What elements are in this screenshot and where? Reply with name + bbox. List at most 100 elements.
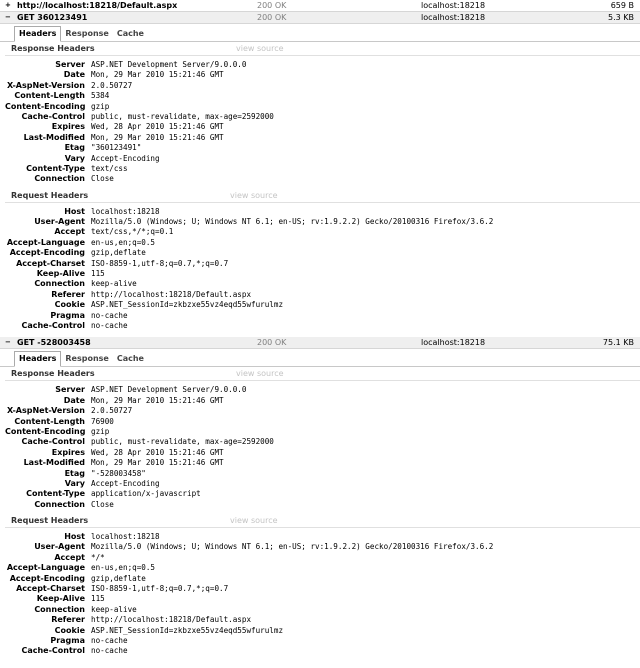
header-value: http://localhost:18218/Default.aspx [91, 615, 252, 625]
request-row[interactable]: − GET 360123491 200 OK localhost:18218 5… [0, 12, 640, 24]
header-name: Vary [64, 153, 85, 163]
header-row: Pragma no-cache [5, 311, 640, 321]
section-title-text: Request Headers [11, 190, 89, 200]
header-value: no-cache [91, 635, 128, 645]
header-value: 2.0.50727 [91, 406, 133, 416]
request-block-1: − GET 360123491 200 OK localhost:18218 5… [0, 12, 640, 338]
header-row: Content-Type text/css [5, 164, 640, 174]
header-value: 76900 [91, 416, 114, 426]
header-name: Accept-Charset [16, 258, 85, 268]
header-row: Referer http://localhost:18218/Default.as… [5, 615, 640, 625]
header-row: Cache-Control no-cache [5, 646, 640, 656]
header-value: application/x-javascript [91, 489, 201, 499]
header-name: Content-Type [26, 163, 85, 173]
header-value: 115 [91, 269, 105, 279]
tab-response[interactable]: Response [61, 352, 112, 366]
view-source-link[interactable]: view source [230, 189, 278, 202]
header-value: localhost:18218 [91, 206, 160, 216]
tab-headers[interactable]: Headers [14, 351, 62, 368]
tab-response[interactable]: Response [61, 27, 112, 41]
header-value: Close [91, 499, 114, 509]
header-row: Accept text/css,*/*;q=0.1 [5, 227, 640, 237]
tab-headers[interactable]: Headers [14, 26, 62, 42]
header-row: Last-Modified Mon, 29 Mar 2010 15:21:46 G… [5, 133, 640, 143]
header-name: Vary [64, 478, 85, 488]
header-row: Cookie ASP.NET_SessionId=zkbzxe55vz4eqd55… [5, 300, 640, 310]
request-row[interactable]: − GET -528003458 200 OK localhost:18218 … [0, 337, 640, 350]
view-source-link[interactable]: view source [236, 42, 284, 55]
response-headers-title: Response Headers view source [5, 42, 640, 56]
request-row-default[interactable]: + http://localhost:18218/Default.aspx 20… [0, 0, 640, 12]
header-name: Cookie [54, 625, 85, 635]
header-name: Etag [64, 468, 85, 478]
header-value: gzip [91, 426, 110, 436]
header-row: Content-Encoding gzip [5, 102, 640, 112]
request-url: http://localhost:18218/Default.aspx [17, 1, 178, 10]
header-name: Content-Encoding [5, 426, 86, 436]
tab-cache[interactable]: Cache [113, 352, 148, 366]
header-row: Cache-Control no-cache [5, 321, 640, 331]
header-name: Last-Modified [23, 132, 85, 142]
header-name: User-Agent [34, 217, 85, 227]
view-source-link[interactable]: view source [236, 367, 284, 380]
header-value: localhost:18218 [91, 532, 160, 542]
view-source-link[interactable]: view source [230, 514, 278, 527]
header-value: http://localhost:18218/Default.aspx [91, 289, 252, 299]
header-name: Accept [54, 552, 85, 562]
header-row: Etag "-528003458" [5, 469, 640, 479]
request-status: 200 OK [257, 1, 287, 10]
header-row: Accept-Language en-us,en;q=0.5 [5, 563, 640, 573]
header-row: Connection Close [5, 174, 640, 184]
header-value: Wed, 28 Apr 2010 15:21:46 GMT [91, 447, 224, 457]
request-status: 200 OK [257, 13, 287, 22]
header-row: Content-Type application/x-javascript [5, 489, 640, 499]
header-name: Server [55, 60, 85, 69]
header-row: Accept-Charset ISO-8859-1,utf-8;q=0.7,*;q… [5, 259, 640, 269]
request-size: 659 B [610, 1, 634, 10]
header-name: Content-Length [14, 416, 85, 426]
header-value: gzip,deflate [91, 248, 146, 258]
header-value: ISO-8859-1,utf-8;q=0.7,*;q=0.7 [91, 258, 229, 268]
header-value: Mozilla/5.0 (Windows; U; Windows NT 6.1;… [91, 217, 494, 227]
collapse-icon[interactable]: − [5, 338, 11, 346]
header-value: "360123491" [91, 143, 142, 153]
header-name: Cache-Control [21, 320, 85, 330]
header-name: Host [64, 532, 85, 542]
header-name: Connection [34, 499, 85, 509]
response-headers-list: Server ASP.NET Development Server/9.0.0.0… [5, 385, 640, 510]
header-name: Accept-Language [6, 237, 85, 247]
header-value: en-us,en;q=0.5 [91, 563, 156, 573]
expand-icon[interactable]: + [5, 1, 11, 9]
header-name: Host [64, 206, 85, 216]
header-name: Date [63, 395, 85, 405]
header-value: no-cache [91, 646, 128, 656]
header-name: Last-Modified [23, 458, 85, 468]
header-row: Accept-Charset ISO-8859-1,utf-8;q=0.7,*;q… [5, 584, 640, 594]
request-headers-title: Request Headers view source [5, 514, 640, 529]
header-row: Server ASP.NET Development Server/9.0.0.0 [5, 60, 640, 70]
header-name: Cache-Control [21, 437, 85, 447]
section-title-text: Request Headers [11, 516, 89, 526]
header-value: "-528003458" [91, 468, 146, 478]
header-row: Content-Encoding gzip [5, 427, 640, 437]
header-row: User-Agent Mozilla/5.0 (Windows; U; Windo… [5, 542, 640, 552]
header-row: Accept-Language en-us,en;q=0.5 [5, 238, 640, 248]
header-name: Pragma [50, 310, 85, 320]
header-name: X-AspNet-Version [6, 80, 85, 90]
header-value: text/css [91, 163, 128, 173]
header-name: Keep-Alive [36, 594, 85, 604]
header-row: Vary Accept-Encoding [5, 479, 640, 489]
header-name: Cookie [54, 300, 85, 310]
header-value: Mon, 29 Mar 2010 15:21:46 GMT [91, 132, 224, 142]
request-headers-title: Request Headers view source [5, 189, 640, 203]
header-name: Connection [34, 279, 85, 289]
header-name: Content-Length [14, 91, 85, 101]
header-name: Date [63, 70, 85, 80]
header-value: Wed, 28 Apr 2010 15:21:46 GMT [91, 122, 224, 132]
collapse-icon[interactable]: − [5, 13, 11, 21]
tab-cache[interactable]: Cache [113, 27, 148, 41]
headers-panel: Response Headers view source Server ASP.N… [0, 367, 640, 657]
header-name: Connection [34, 604, 85, 614]
header-value: 115 [91, 594, 105, 604]
header-name: Accept-Encoding [9, 248, 85, 258]
